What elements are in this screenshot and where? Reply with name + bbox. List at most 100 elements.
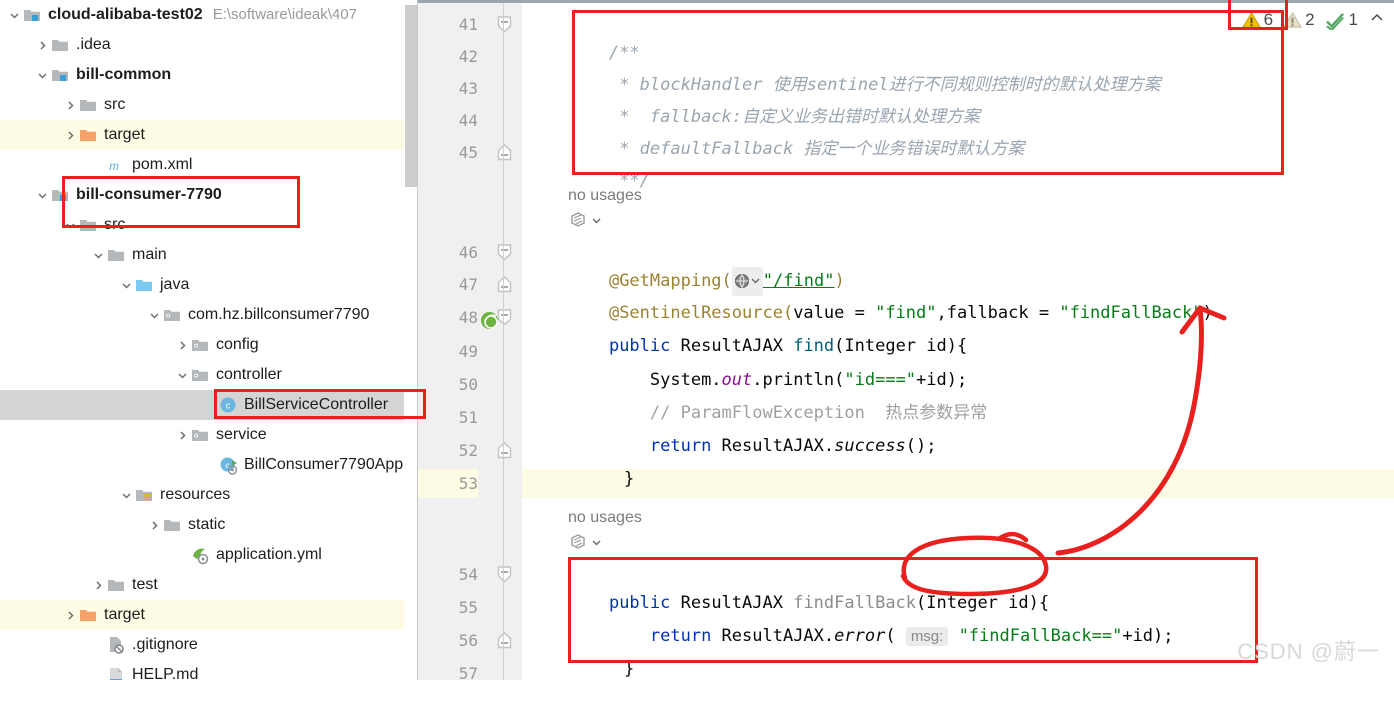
chevron-up-icon[interactable] (1370, 10, 1384, 30)
tree-item-label: test (132, 576, 158, 593)
tree-item-config[interactable]: config (0, 330, 418, 360)
chevron-down-icon[interactable] (118, 270, 134, 300)
chevron-right-icon[interactable] (146, 510, 162, 540)
tree-item-help-md[interactable]: HELP.md (0, 660, 418, 680)
folder-gray-icon (78, 90, 100, 120)
parameter-hint-msg[interactable]: msg: (905, 627, 949, 646)
spring-class-icon: c (218, 450, 240, 480)
chevron-right-icon[interactable] (174, 330, 190, 360)
tree-item-billservicecontroller[interactable]: c BillServiceController (0, 390, 418, 420)
fold-end-icon[interactable] (496, 270, 512, 299)
tree-item-label: application.yml (216, 546, 322, 563)
inspection-status-widget[interactable]: 6 2 1 (1241, 7, 1388, 33)
package-icon (190, 360, 212, 390)
line-number-54: 54 (458, 565, 478, 584)
fold-start-icon[interactable] (496, 238, 512, 267)
tree-row-root[interactable]: cloud-alibaba-test02 E:\software\ideak\4… (0, 0, 418, 30)
chevron-right-icon[interactable] (62, 600, 78, 630)
chevron-right-icon[interactable] (90, 570, 106, 600)
tree-item-src[interactable]: src (0, 90, 418, 120)
chevron-right-icon[interactable] (62, 120, 78, 150)
code-line-45: **/ (568, 138, 650, 191)
code-line-56: } (583, 626, 634, 679)
spring-inlay-icon-fallback[interactable] (568, 532, 602, 552)
tree-item-label: src (104, 96, 126, 113)
chevron-down-icon[interactable] (90, 240, 106, 270)
tree-item--gitignore[interactable]: .gitignore (0, 630, 418, 660)
tree-item-list[interactable]: .idea bill-common src target m pom.xml bill-co… (0, 30, 418, 680)
tree-item-service[interactable]: service (0, 420, 418, 450)
folder-gray-icon (106, 240, 128, 270)
warning-status[interactable]: 6 (1241, 10, 1274, 30)
chevron-right-icon[interactable] (34, 30, 50, 60)
no-usages-hint-fallback[interactable]: no usages (568, 505, 642, 531)
code-line-46: @GetMapping("/find") (568, 238, 845, 296)
fold-start-icon[interactable] (496, 10, 512, 39)
chevron-down-icon (592, 539, 601, 546)
tree-item-main[interactable]: main (0, 240, 418, 270)
chevron-down-icon[interactable] (118, 480, 134, 510)
tree-item-label: controller (216, 366, 282, 383)
chevron-down-icon[interactable] (34, 60, 50, 90)
fold-end-icon[interactable] (496, 436, 512, 465)
chevron-down-icon[interactable] (174, 360, 190, 390)
inspection-ok-status[interactable]: 1 (1325, 10, 1358, 30)
tree-item-label: .gitignore (132, 636, 198, 653)
tree-item-label: src (104, 216, 126, 233)
fold-end-icon[interactable] (496, 626, 512, 655)
spring-inlay-icon-find[interactable] (568, 210, 602, 230)
fold-start-icon[interactable] (496, 560, 512, 589)
root-project-path: E:\software\ideak\407 (212, 6, 357, 23)
tree-item-src[interactable]: src (0, 210, 418, 240)
code-line-41: /** (568, 10, 640, 63)
tree-item-label: target (104, 126, 145, 143)
svg-text:m: m (109, 159, 119, 174)
warning-count: 6 (1263, 10, 1274, 29)
maven-icon: m (106, 150, 128, 180)
line-number-50: 50 (458, 375, 478, 394)
tree-item-billconsumer7790applica[interactable]: c BillConsumer7790Applica (0, 450, 418, 480)
tree-item-test[interactable]: test (0, 570, 418, 600)
weak-warning-status[interactable]: 2 (1283, 10, 1315, 30)
folder-gray-icon (106, 570, 128, 600)
project-tool-window[interactable]: cloud-alibaba-test02 E:\software\ideak\4… (0, 0, 418, 680)
tree-item-com-hz-billconsumer7790[interactable]: com.hz.billconsumer7790 (0, 300, 418, 330)
chevron-right-icon[interactable] (62, 90, 78, 120)
tree-scrollbar-track[interactable] (404, 0, 418, 680)
code-editor[interactable]: 41 42 43 44 45 46 47 48 49 50 51 52 53 54 55 56 57 /** *… (418, 0, 1394, 683)
tree-scrollbar-thumb[interactable] (405, 5, 417, 187)
chevron-down-icon[interactable] (146, 300, 162, 330)
resultajax-prefix-fallback: ResultAJAX. (711, 626, 835, 646)
tree-item-static[interactable]: static (0, 510, 418, 540)
code-line-42: * blockHandler 使用sentinel进行不同规则控制时的默认处理方… (568, 42, 1160, 95)
sentinelresource-close: ) (1202, 303, 1213, 323)
no-usages-hint-find[interactable]: no usages (568, 183, 642, 209)
tree-item-java[interactable]: java (0, 270, 418, 300)
tree-item-label: service (216, 426, 267, 443)
tree-item--idea[interactable]: .idea (0, 30, 418, 60)
tree-item-controller[interactable]: controller (0, 360, 418, 390)
line-number-46: 46 (458, 243, 478, 262)
comment-defaultfallback-cn: 指定一个业务错误时默认方案 (803, 139, 1025, 159)
chevron-down-icon[interactable] (6, 0, 22, 30)
fold-end-icon[interactable] (496, 138, 512, 167)
tree-item-target[interactable]: target (0, 120, 418, 150)
tree-item-pom-xml[interactable]: m pom.xml (0, 150, 418, 180)
code-line-55: return ResultAJAX.error( msg: "findFallB… (568, 593, 1174, 646)
chevron-down-icon[interactable] (34, 180, 50, 210)
line-number-44: 44 (458, 111, 478, 130)
tree-item-resources[interactable]: resources (0, 480, 418, 510)
tree-item-bill-consumer-7790[interactable]: bill-consumer-7790 (0, 180, 418, 210)
chevron-down-icon[interactable] (62, 210, 78, 240)
spring-bean-gutter-icon[interactable] (478, 306, 500, 335)
find-closing-brace: } (623, 469, 635, 489)
tree-item-target[interactable]: target (0, 600, 418, 630)
line-number-47: 47 (458, 275, 478, 294)
tree-item-bill-common[interactable]: bill-common (0, 60, 418, 90)
class-icon: c (218, 390, 240, 420)
chevron-right-icon[interactable] (174, 420, 190, 450)
fold-spine (503, 3, 504, 680)
line-number-48: 48 (458, 308, 478, 327)
tree-item-application-yml[interactable]: application.yml (0, 540, 418, 570)
